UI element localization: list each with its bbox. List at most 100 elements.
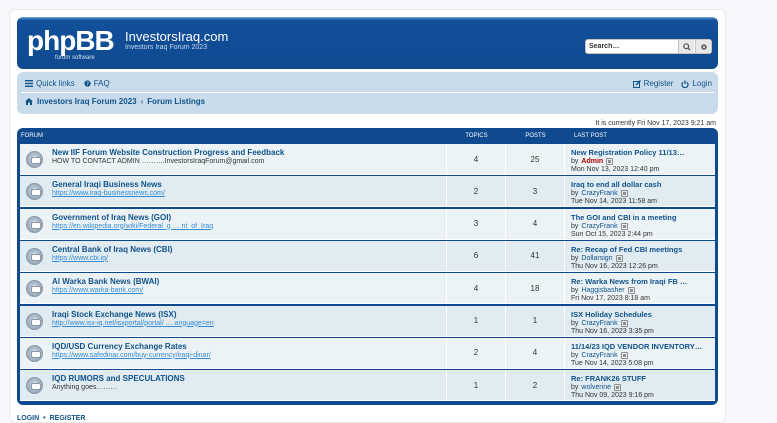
forum-row: Iraqi Stock Exchange News (ISX) http://ww… <box>20 305 715 337</box>
last-post-author-line: by CrazyFrank <box>571 319 715 327</box>
login-link[interactable]: Login <box>681 79 712 88</box>
footer-register-link[interactable]: REGISTER <box>50 415 86 422</box>
forum-title-link[interactable]: New IIF Forum Website Construction Progr… <box>52 148 284 157</box>
forum-description[interactable]: https://www.safedinar.com/buy-currency/i… <box>52 352 211 359</box>
last-post-author-line: by CrazyFrank <box>571 222 715 230</box>
forum-description[interactable]: https://en.wikipedia.org/wiki/Federal_g … <box>52 223 213 230</box>
search-box <box>585 39 712 54</box>
faq-link[interactable]: ? FAQ <box>84 79 110 88</box>
header-forum: Forum <box>21 133 43 139</box>
login-label: Login <box>692 79 712 88</box>
last-post-date: Mon Nov 13, 2023 12:40 pm <box>571 166 660 173</box>
forum-list-header: Forum Topics Posts Last post <box>17 128 718 144</box>
forum-row: IQD RUMORS and SPECULATIONS Anything goes… <box>20 370 715 402</box>
last-post-title-link[interactable]: ISX Holiday Schedules <box>571 310 715 319</box>
forum-description[interactable]: https://www.warka-bank.com/ <box>52 287 143 294</box>
search-button[interactable] <box>678 40 694 53</box>
last-post-author-link[interactable]: Dollarsign <box>581 255 612 262</box>
view-latest-post-icon[interactable] <box>620 351 628 359</box>
last-post-title-link[interactable]: The GOI and CBI in a meeting <box>571 213 715 222</box>
last-post-by-label: by <box>571 190 579 198</box>
forum-description[interactable]: https://www.cbi.iq/ <box>52 255 108 262</box>
view-latest-post-icon[interactable] <box>620 222 628 230</box>
last-post-title-link[interactable]: Re: Warka News from Iraqi FB … <box>571 277 715 286</box>
last-post-author-link[interactable]: Admin <box>581 158 603 165</box>
last-post-title-link[interactable]: Re: FRANK26 STUFF <box>571 374 715 383</box>
forum-topics-count: 4 <box>447 144 506 174</box>
forum-posts-count: 41 <box>506 240 565 271</box>
forum-read-icon <box>26 183 43 201</box>
home-icon <box>25 98 33 105</box>
forum-last-post: Re: FRANK26 STUFF by wolverine Thu Nov 09, … <box>565 370 715 400</box>
quick-links-label: Quick links <box>36 79 75 88</box>
view-latest-post-icon[interactable] <box>620 190 628 198</box>
last-post-author-link[interactable]: Haggisbasher <box>581 287 624 294</box>
breadcrumb-current[interactable]: Forum Listings <box>147 97 205 106</box>
last-post-date: Tue Nov 14, 2023 11:58 am <box>571 198 657 206</box>
forum-last-post: 11/14/23 IQD VENDOR INVENTORY… by CrazyFra… <box>565 338 715 368</box>
forum-row: Government of Iraq News (GOI) https://en.… <box>20 208 715 240</box>
forum-description[interactable]: https://www.iraq-businessnews.com/ <box>52 190 165 197</box>
breadcrumb-home[interactable]: Investors Iraq Forum 2023 <box>37 97 137 106</box>
last-post-title-link[interactable]: Iraq to end all dollar cash <box>571 180 715 189</box>
forum-cell: General Iraqi Business News https://www.i… <box>20 176 447 207</box>
last-post-by-label: by <box>571 254 579 262</box>
register-link[interactable]: Register <box>632 79 673 88</box>
footer-login-link[interactable]: LOGIN <box>17 415 39 422</box>
forum-title-link[interactable]: Government of Iraq News (GOI) <box>52 213 171 222</box>
last-post-date: Tue Nov 14, 2023 5:08 pm <box>571 359 654 367</box>
advanced-search-button[interactable] <box>695 40 711 53</box>
header-posts: Posts <box>525 133 546 139</box>
forum-read-icon <box>26 247 43 265</box>
last-post-author-link[interactable]: CrazyFrank <box>581 190 617 197</box>
last-post-author-link[interactable]: CrazyFrank <box>581 223 617 230</box>
last-post-author-line: by Dollarsign <box>571 254 715 262</box>
view-latest-post-icon[interactable] <box>615 254 623 262</box>
phpbb-logo[interactable]: phpBB forum software <box>27 27 119 62</box>
forum-title-link[interactable]: IQD RUMORS and SPECULATIONS <box>52 374 185 383</box>
forum-cell: IQD/USD Currency Exchange Rates https://w… <box>20 337 447 368</box>
search-input[interactable] <box>586 40 676 53</box>
view-latest-post-icon[interactable] <box>620 319 628 327</box>
last-post-date: Thu Nov 09, 2023 9:16 pm <box>571 392 654 400</box>
forum-description[interactable]: http://www.isx-iq.net/isxportal/portal/ … <box>52 320 214 327</box>
last-post-date: Thu Nov 16, 2023 12:26 pm <box>571 262 658 270</box>
last-post-by-label: by <box>571 222 579 230</box>
last-post-title-link[interactable]: Re: Recap of Fed CBI meetings <box>571 245 715 254</box>
forum-cell: IQD RUMORS and SPECULATIONS Anything goes… <box>20 370 447 401</box>
forum-read-icon <box>26 344 43 362</box>
forum-title-link[interactable]: Iraqi Stock Exchange News (ISX) <box>52 310 176 319</box>
forum-title-link[interactable]: Al Warka Bank News (BWAI) <box>52 277 159 286</box>
last-post-author-link[interactable]: CrazyFrank <box>581 320 617 327</box>
forum-posts-count: 18 <box>506 273 565 304</box>
forum-title-link[interactable]: Central Bank of Iraq News (CBI) <box>52 245 172 254</box>
hamburger-icon <box>25 80 33 87</box>
forum-read-icon <box>26 280 43 298</box>
nav-divider <box>21 92 714 93</box>
footer-separator: • <box>43 415 46 422</box>
last-post-date: Fri Nov 17, 2023 8:18 am <box>571 295 650 303</box>
current-time: It is currently Fri Nov 17, 2023 9:21 am <box>595 120 716 127</box>
quick-links-menu[interactable]: Quick links <box>25 79 75 88</box>
last-post-by-label: by <box>571 287 579 295</box>
forum-topics-count: 2 <box>447 337 506 368</box>
forum-title-link[interactable]: General Iraqi Business News <box>52 180 162 189</box>
forum-posts-count: 1 <box>506 305 565 336</box>
forum-cell: Central Bank of Iraq News (CBI) https://w… <box>20 240 447 271</box>
view-latest-post-icon[interactable] <box>606 158 614 165</box>
site-header: phpBB forum software InvestorsIraq.com I… <box>17 17 718 69</box>
header-last-post: Last post <box>574 133 607 139</box>
last-post-title-link[interactable]: New Registration Policy 11/13… <box>571 148 715 157</box>
forum-topics-count: 4 <box>447 273 506 304</box>
last-post-author-link[interactable]: wolverine <box>581 384 611 391</box>
forum-posts-count: 2 <box>506 370 565 401</box>
view-latest-post-icon[interactable] <box>613 384 621 392</box>
view-latest-post-icon[interactable] <box>627 287 635 295</box>
forum-list: Forum Topics Posts Last post New IIF For… <box>17 128 718 405</box>
last-post-title-link[interactable]: 11/14/23 IQD VENDOR INVENTORY… <box>571 342 715 351</box>
forum-title-link[interactable]: IQD/USD Currency Exchange Rates <box>52 342 187 351</box>
forum-read-icon <box>26 377 43 395</box>
forum-row: Central Bank of Iraq News (CBI) https://w… <box>20 240 715 272</box>
last-post-author-link[interactable]: CrazyFrank <box>581 352 617 359</box>
page-wrapper: phpBB forum software InvestorsIraq.com I… <box>9 9 726 423</box>
